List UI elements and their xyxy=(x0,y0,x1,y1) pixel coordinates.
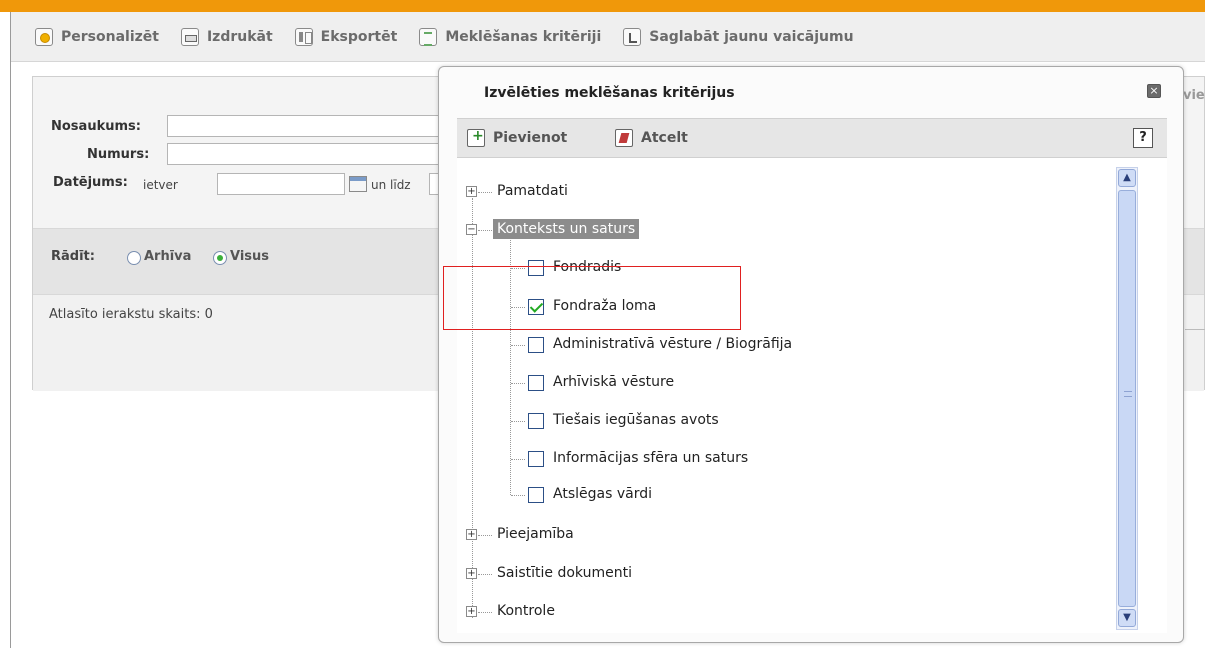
criteria-list-icon xyxy=(419,27,438,46)
criteria-dialog: Izvēlēties meklēšanas kritērijus × Pievi… xyxy=(438,66,1184,643)
main-toolbar: Personalizēt Izdrukāt Eksportēt Meklēšan… xyxy=(11,12,1205,62)
expand-access-icon[interactable]: + xyxy=(466,529,477,540)
tree-connector xyxy=(478,230,492,231)
close-icon[interactable]: × xyxy=(1147,84,1161,98)
checkbox-acquisition-source[interactable] xyxy=(528,413,544,429)
export-label: Eksportēt xyxy=(320,28,398,45)
name-input[interactable] xyxy=(167,115,457,137)
printer-icon xyxy=(180,27,199,46)
top-accent-bar xyxy=(0,0,1205,12)
name-label: Nosaukums: xyxy=(51,119,141,134)
dialog-title: Izvēlēties meklēšanas kritērijus xyxy=(484,85,735,101)
scroll-down-icon[interactable]: ▼ xyxy=(1118,609,1136,627)
cancel-label: Atcelt xyxy=(641,130,688,146)
tree-connector xyxy=(511,307,525,308)
date-to-label: un līdz xyxy=(371,178,411,192)
search-criteria-button[interactable]: Meklēšanas kritēriji xyxy=(419,27,602,46)
save-query-label: Saglabāt jaunu vaicājumu xyxy=(649,28,854,45)
cancel-button[interactable]: Atcelt xyxy=(615,129,688,147)
left-border xyxy=(10,12,11,648)
tree-guide-root xyxy=(472,198,473,618)
tree-connector xyxy=(511,345,525,346)
tree-connector xyxy=(478,192,492,193)
tree-guide-context xyxy=(510,237,511,495)
personalize-label: Personalizēt xyxy=(61,28,159,45)
date-label: Datējums: xyxy=(53,175,128,190)
tree-node-admin-history: Administratīvā vēsture / Biogrāfija xyxy=(553,336,793,352)
result-count: Atlasīto ierakstu skaits: 0 xyxy=(49,307,213,322)
tree-connector xyxy=(478,574,492,575)
checkbox-admin-history[interactable] xyxy=(528,337,544,353)
tree-node-context[interactable]: Konteksts un saturs xyxy=(493,219,640,239)
tree-node-related[interactable]: Saistītie dokumenti xyxy=(497,565,632,581)
all-radio-label: Visus xyxy=(230,249,270,264)
checkbox-keywords[interactable] xyxy=(528,487,544,503)
help-icon[interactable]: ? xyxy=(1133,128,1153,148)
print-button[interactable]: Izdrukāt xyxy=(180,27,273,46)
dialog-toolbar: Pievienot Atcelt ? xyxy=(457,118,1167,158)
tree-node-keywords: Atslēgas vārdi xyxy=(553,486,652,502)
collapse-context-icon[interactable]: − xyxy=(466,224,477,235)
tree-node-access[interactable]: Pieejamība xyxy=(497,526,574,542)
tree-node-archival-history: Arhīviskā vēsture xyxy=(553,374,675,390)
date-mode-label: ietver xyxy=(143,178,178,192)
checkbox-creator[interactable] xyxy=(528,260,544,276)
date-from-input[interactable] xyxy=(217,173,345,195)
tree-connector xyxy=(478,535,492,536)
tree-node-basic[interactable]: Pamatdati xyxy=(497,183,568,199)
tree-connector xyxy=(478,612,492,613)
tree-node-creator: Fondradis xyxy=(553,259,622,275)
tree-node-scope-content: Informācijas sfēra un saturs xyxy=(553,450,749,466)
tree-connector xyxy=(511,383,525,384)
search-criteria-label: Meklēšanas kritēriji xyxy=(445,28,602,45)
archive-radio-label: Arhīva xyxy=(144,249,192,264)
tree-connector xyxy=(511,421,525,422)
side-peek-text: vie xyxy=(1183,88,1205,103)
print-label: Izdrukāt xyxy=(206,28,273,45)
number-input[interactable] xyxy=(167,143,457,165)
expand-control-icon[interactable]: + xyxy=(466,606,477,617)
tree-node-control[interactable]: Kontrole xyxy=(497,603,555,619)
export-button[interactable]: Eksportēt xyxy=(294,27,398,46)
checkbox-scope-content[interactable] xyxy=(528,451,544,467)
add-icon xyxy=(467,128,485,147)
checkbox-creator-role[interactable] xyxy=(528,299,544,315)
cancel-icon xyxy=(615,129,633,147)
expand-related-icon[interactable]: + xyxy=(466,568,477,579)
calendar-icon[interactable] xyxy=(349,176,367,192)
archive-radio[interactable] xyxy=(127,251,141,265)
tree-connector xyxy=(511,268,525,269)
expand-basic-icon[interactable]: + xyxy=(466,186,477,197)
export-icon xyxy=(294,27,313,46)
save-query-icon xyxy=(623,27,642,46)
tree-connector xyxy=(511,495,525,496)
tree-scrollbar[interactable]: ▲ ▼ xyxy=(1116,167,1138,630)
tree-node-acquisition-source: Tiešais iegūšanas avots xyxy=(553,412,719,428)
tree-node-creator-role: Fondraža loma xyxy=(553,298,657,314)
add-button[interactable]: Pievienot xyxy=(467,128,568,147)
tree-connector xyxy=(511,459,525,460)
save-query-button[interactable]: Saglabāt jaunu vaicājumu xyxy=(623,27,854,46)
add-label: Pievienot xyxy=(493,130,568,146)
scroll-up-icon[interactable]: ▲ xyxy=(1118,169,1136,187)
scroll-thumb[interactable] xyxy=(1118,190,1136,607)
scroll-grip-icon xyxy=(1124,391,1132,397)
all-radio[interactable] xyxy=(213,251,227,265)
side-divider xyxy=(1185,329,1205,330)
checkbox-archival-history[interactable] xyxy=(528,375,544,391)
personalize-button[interactable]: Personalizēt xyxy=(35,27,159,46)
personalize-icon xyxy=(35,27,53,46)
number-label: Numurs: xyxy=(87,147,150,162)
show-label: Rādīt: xyxy=(51,249,95,264)
